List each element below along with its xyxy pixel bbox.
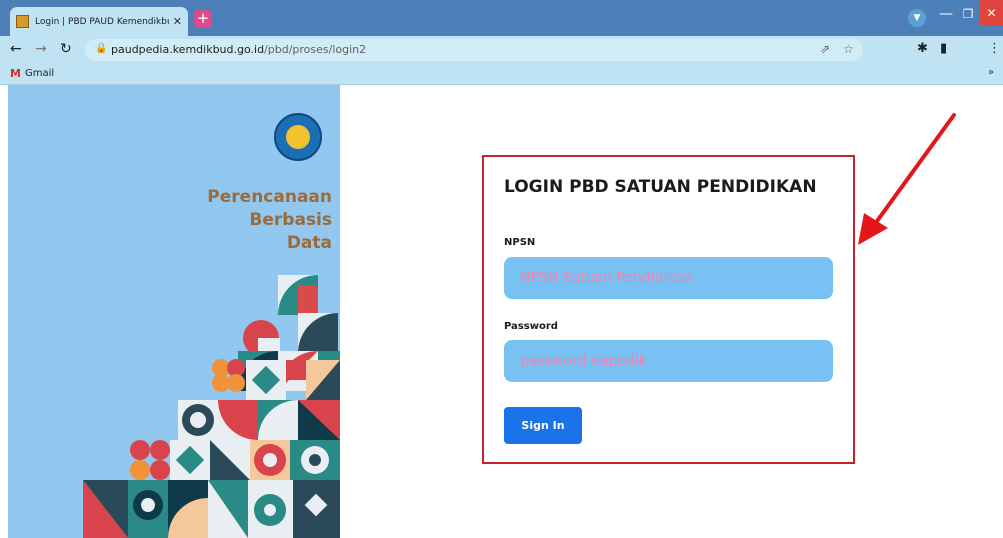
npsn-input[interactable] — [504, 257, 833, 299]
reload-icon[interactable]: ↻ — [60, 41, 72, 57]
browser-titlebar: Login | PBD PAUD Kemendikbud ✕ + ▼ — ❐ ✕ — [0, 0, 1003, 36]
bookmarks-bar: M Gmail » — [0, 64, 1003, 85]
bookmark-gmail-label: Gmail — [24, 68, 55, 79]
sidepanel-icon[interactable]: ▮ — [940, 41, 947, 56]
favicon-icon — [16, 15, 29, 28]
tut-wuri-handayani-logo — [274, 113, 322, 161]
new-tab-button[interactable]: + — [194, 10, 212, 28]
tab-title: Login | PBD PAUD Kemendikbud — [35, 16, 169, 27]
brand-panel: Perencanaan Berbasis Data — [8, 85, 340, 538]
brand-line-2: Berbasis — [249, 210, 332, 230]
password-input[interactable] — [504, 340, 833, 382]
star-icon[interactable]: ☆ — [843, 42, 854, 56]
tab-close-icon[interactable]: ✕ — [173, 15, 182, 28]
npsn-label: NPSN — [504, 237, 536, 248]
bookmarks-more-icon[interactable]: » — [988, 67, 994, 78]
browser-toolbar: ← → ↻ 🔒 paudpedia.kemdikbud.go.id/pbd/pr… — [0, 36, 1003, 64]
brand-line-1: Perencanaan — [207, 187, 332, 207]
menu-icon[interactable]: ⋮ — [988, 41, 1001, 56]
bookmark-gmail[interactable]: M Gmail — [10, 67, 54, 80]
sign-in-button[interactable]: Sign In — [504, 407, 582, 444]
tab-search-icon[interactable]: ▼ — [908, 9, 926, 27]
close-window-icon[interactable]: ✕ — [980, 0, 1003, 26]
url-text: paudpedia.kemdikbud.go.id/pbd/proses/log… — [111, 43, 367, 56]
annotation-arrow-icon — [858, 113, 956, 245]
maximize-icon[interactable]: ❐ — [958, 3, 978, 25]
extensions-icon[interactable]: ✱ — [917, 41, 928, 56]
share-icon[interactable]: ⇗ — [820, 42, 830, 56]
lock-icon: 🔒 — [95, 43, 108, 54]
back-icon[interactable]: ← — [10, 41, 22, 57]
login-title: LOGIN PBD SATUAN PENDIDIKAN — [504, 177, 817, 197]
browser-tab[interactable]: Login | PBD PAUD Kemendikbud ✕ — [10, 7, 188, 36]
minimize-icon[interactable]: — — [936, 3, 956, 25]
brand-line-3: Data — [286, 233, 332, 253]
forward-icon[interactable]: → — [35, 41, 47, 57]
login-form: LOGIN PBD SATUAN PENDIDIKAN NPSN Passwor… — [482, 155, 855, 464]
gmail-icon: M — [10, 67, 21, 80]
password-label: Password — [504, 321, 558, 332]
address-bar[interactable]: 🔒 paudpedia.kemdikbud.go.id/pbd/proses/l… — [85, 39, 863, 61]
